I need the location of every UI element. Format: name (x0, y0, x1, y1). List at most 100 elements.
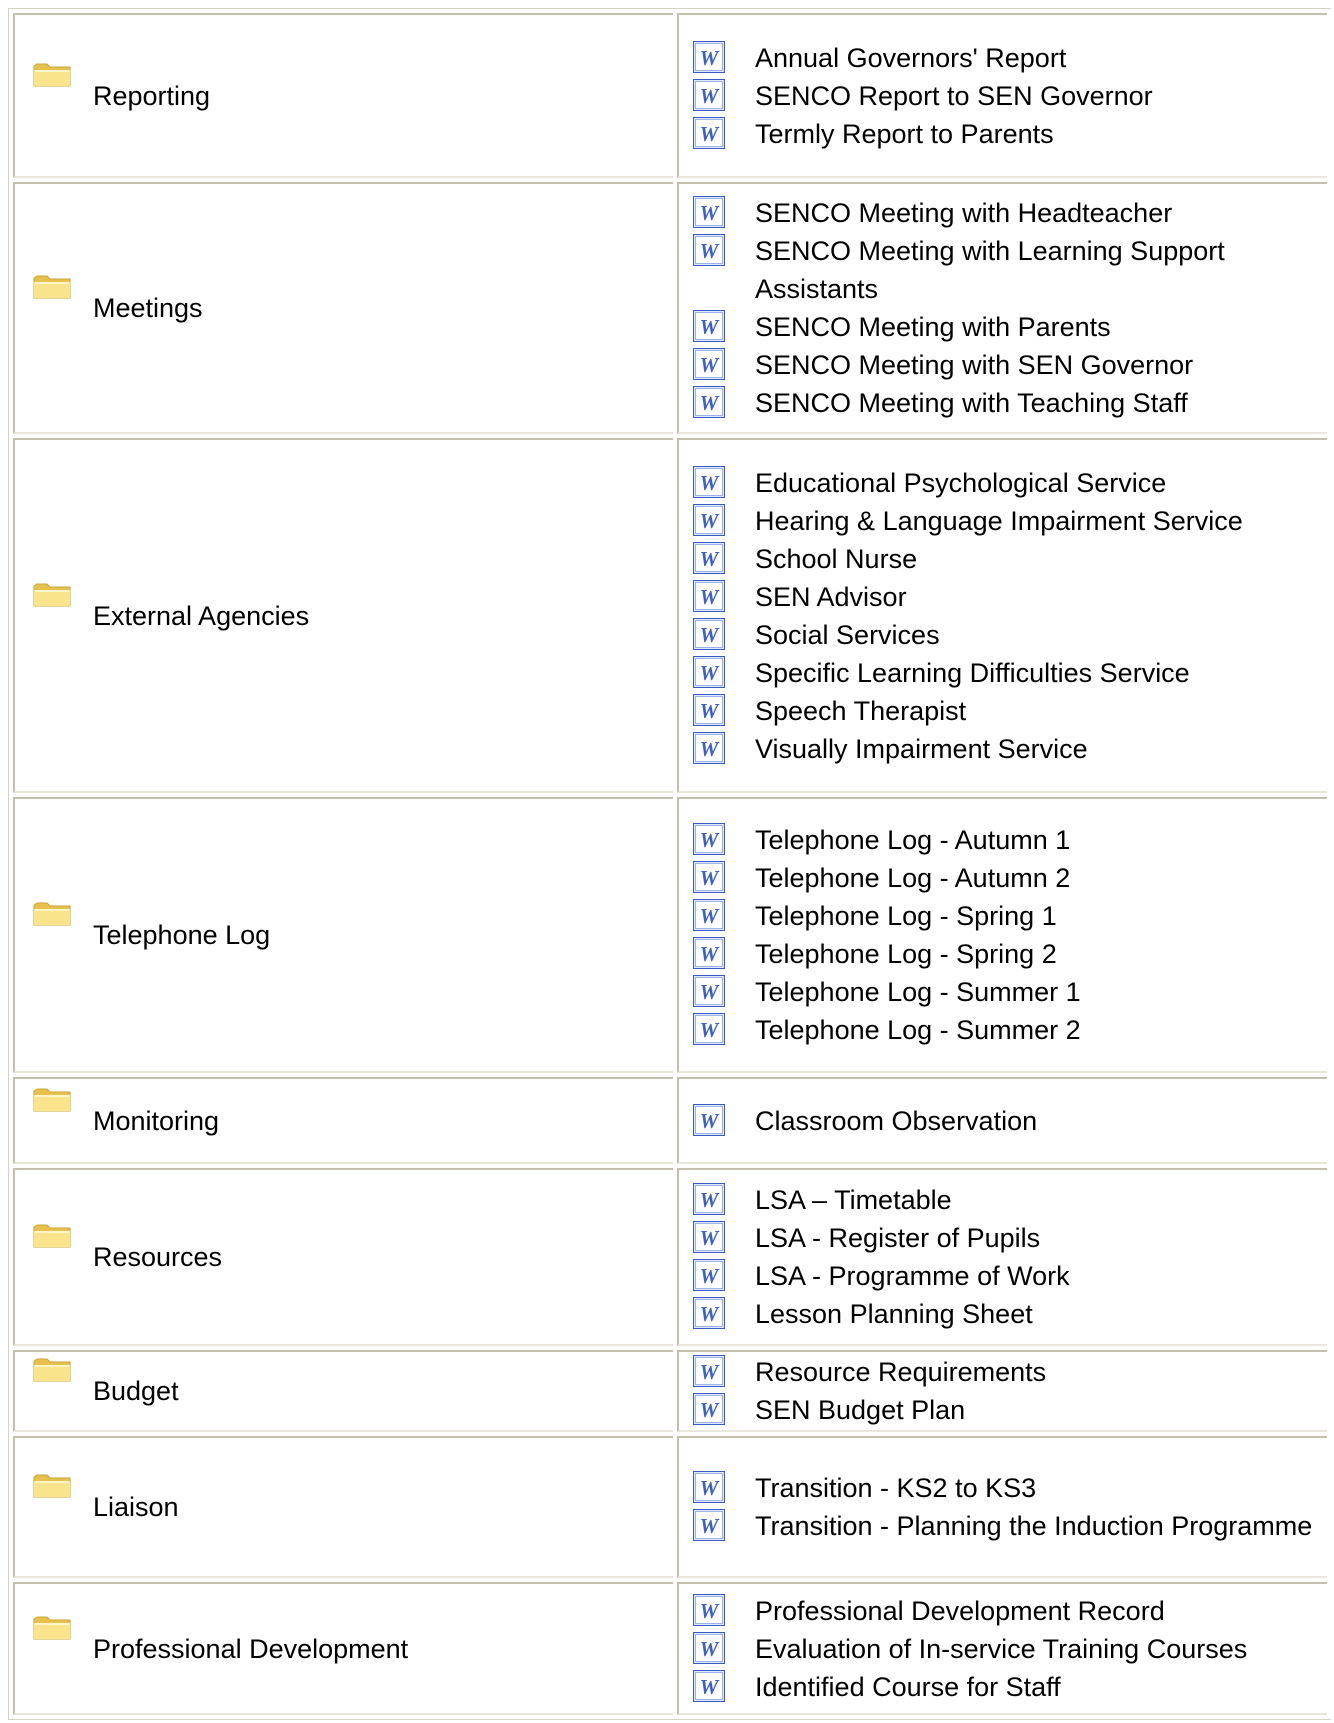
category[interactable]: Meetings (15, 275, 673, 324)
svg-text:W: W (700, 980, 720, 1004)
document-link[interactable]: W Professional Development Record (693, 1592, 1327, 1630)
word-document-icon: W (693, 1103, 725, 1136)
document-label: Telephone Log - Autumn 1 (755, 825, 1071, 855)
word-document-icon: W (693, 1183, 725, 1215)
document-list: W Telephone Log - Autumn 1 W Telephone L… (679, 821, 1327, 1049)
document-link[interactable]: W Telephone Log - Autumn 2 (693, 859, 1327, 897)
word-document-icon: W (693, 116, 725, 149)
document-link[interactable]: W Telephone Log - Autumn 1 (693, 821, 1327, 859)
svg-text:W: W (700, 1188, 720, 1212)
document-label: Specific Learning Difficulties Service (755, 657, 1190, 688)
word-document-icon: W (693, 975, 725, 1007)
folder-icon (33, 1087, 73, 1113)
document-link[interactable]: W Telephone Log - Summer 1 (693, 973, 1327, 1011)
document-link[interactable]: W SENCO Meeting with SEN Governor (693, 346, 1327, 384)
word-document-icon: W (693, 196, 725, 228)
document-link[interactable]: W School Nurse (693, 540, 1327, 578)
svg-text:W: W (700, 84, 720, 108)
category[interactable]: Budget (15, 1358, 673, 1407)
category-label: Professional Development (93, 1633, 409, 1664)
document-link[interactable]: W SEN Advisor (693, 578, 1327, 616)
document-link[interactable]: W Social Services (693, 616, 1327, 654)
word-document-icon: W (693, 617, 725, 650)
document-link[interactable]: W SENCO Meeting with Teaching Staff (693, 384, 1327, 422)
document-list: W SENCO Meeting with Headteacher W SENCO… (679, 194, 1327, 422)
document-link[interactable]: W Lesson Planning Sheet (693, 1295, 1327, 1333)
document-link[interactable]: W Educational Psychological Service (693, 464, 1327, 502)
documents-cell: W Telephone Log - Autumn 1 W Telephone L… (677, 797, 1327, 1073)
word-document-icon: W (693, 655, 725, 688)
document-link[interactable]: W Evaluation of In-service Training Cour… (693, 1630, 1327, 1668)
folder-icon (33, 1615, 73, 1641)
document-link[interactable]: W Transition - Planning the Induction Pr… (693, 1507, 1327, 1545)
document-link[interactable]: W Visually Impairment Service (693, 730, 1327, 768)
documents-cell: W Educational Psychological Service W He… (677, 438, 1327, 793)
category-row: Meetings W SENCO Meeting with Headteache… (13, 182, 1327, 434)
document-link[interactable]: W Hearing & Language Impairment Service (693, 502, 1327, 540)
word-document-icon: W (693, 937, 725, 969)
document-link[interactable]: W SENCO Meeting with Headteacher (693, 194, 1327, 232)
word-document-icon: W (693, 465, 725, 498)
document-link[interactable]: W Termly Report to Parents (693, 115, 1327, 153)
category[interactable]: Resources (15, 1224, 673, 1273)
word-document-icon: W (693, 348, 725, 380)
category[interactable]: Professional Development (15, 1616, 673, 1665)
document-label: Speech Therapist (755, 695, 967, 726)
document-link[interactable]: W Telephone Log - Summer 2 (693, 1011, 1327, 1049)
category-cell: External Agencies (13, 438, 673, 793)
document-link[interactable]: W SENCO Report to SEN Governor (693, 77, 1327, 115)
svg-text:W: W (700, 353, 720, 377)
document-label: LSA – Timetable (755, 1185, 952, 1215)
document-list: W Transition - KS2 to KS3 W Transition -… (679, 1469, 1327, 1545)
document-label: School Nurse (755, 543, 918, 574)
word-document-icon: W (693, 503, 725, 536)
document-link[interactable]: W LSA – Timetable (693, 1181, 1327, 1219)
document-link[interactable]: W Speech Therapist (693, 692, 1327, 730)
document-label: Social Services (755, 619, 940, 650)
category-label: Liaison (93, 1492, 179, 1522)
document-list: W Resource Requirements W SEN Budget Pla… (679, 1353, 1327, 1429)
category-label: Reporting (93, 80, 211, 111)
svg-text:W: W (700, 391, 720, 415)
document-link[interactable]: W LSA - Programme of Work (693, 1257, 1327, 1295)
category[interactable]: Telephone Log (15, 902, 673, 951)
document-label: Transition - KS2 to KS3 (755, 1473, 1037, 1503)
document-label: Telephone Log - Spring 1 (755, 901, 1057, 931)
document-link[interactable]: W Classroom Observation (693, 1102, 1327, 1140)
documents-cell: W LSA – Timetable W LSA - Register of Pu… (677, 1168, 1327, 1346)
document-label: SENCO Meeting with Parents (755, 312, 1111, 342)
document-link[interactable]: W Identified Course for Staff (693, 1668, 1327, 1706)
documents-cell: W Annual Governors' Report W SENCO Repor… (677, 13, 1327, 178)
document-link[interactable]: W Telephone Log - Spring 1 (693, 897, 1327, 935)
document-label: Classroom Observation (755, 1105, 1038, 1136)
document-link[interactable]: W Annual Governors' Report (693, 39, 1327, 77)
svg-text:W: W (700, 828, 720, 852)
documents-cell: W Professional Development Record W Eval… (677, 1582, 1327, 1715)
document-link[interactable]: W Telephone Log - Spring 2 (693, 935, 1327, 973)
document-list: W Annual Governors' Report W SENCO Repor… (679, 39, 1327, 153)
category[interactable]: Monitoring (15, 1088, 673, 1137)
document-link[interactable]: W Specific Learning Difficulties Service (693, 654, 1327, 692)
category[interactable]: Liaison (15, 1474, 673, 1523)
svg-text:W: W (700, 904, 720, 928)
word-document-icon: W (693, 1631, 725, 1664)
category-cell: Liaison (13, 1436, 673, 1578)
svg-text:W: W (700, 661, 720, 685)
document-link[interactable]: W SEN Budget Plan (693, 1391, 1327, 1429)
svg-text:W: W (700, 471, 720, 495)
svg-text:W: W (700, 46, 720, 70)
document-link[interactable]: W LSA - Register of Pupils (693, 1219, 1327, 1257)
folder-icon (33, 1223, 73, 1249)
document-label: Evaluation of In-service Training Course… (755, 1633, 1248, 1664)
word-document-icon: W (693, 310, 725, 342)
svg-text:W: W (700, 1637, 720, 1661)
category[interactable]: External Agencies (15, 583, 673, 632)
svg-text:W: W (700, 315, 720, 339)
document-link[interactable]: W SENCO Meeting with Parents (693, 308, 1327, 346)
document-link[interactable]: W Resource Requirements (693, 1353, 1327, 1391)
category[interactable]: Reporting (15, 63, 673, 112)
document-link[interactable]: W Transition - KS2 to KS3 (693, 1469, 1327, 1507)
category-label: Meetings (93, 293, 203, 323)
document-link[interactable]: W SENCO Meeting with Learning Support As… (693, 232, 1327, 308)
document-label: SENCO Meeting with Teaching Staff (755, 388, 1188, 418)
